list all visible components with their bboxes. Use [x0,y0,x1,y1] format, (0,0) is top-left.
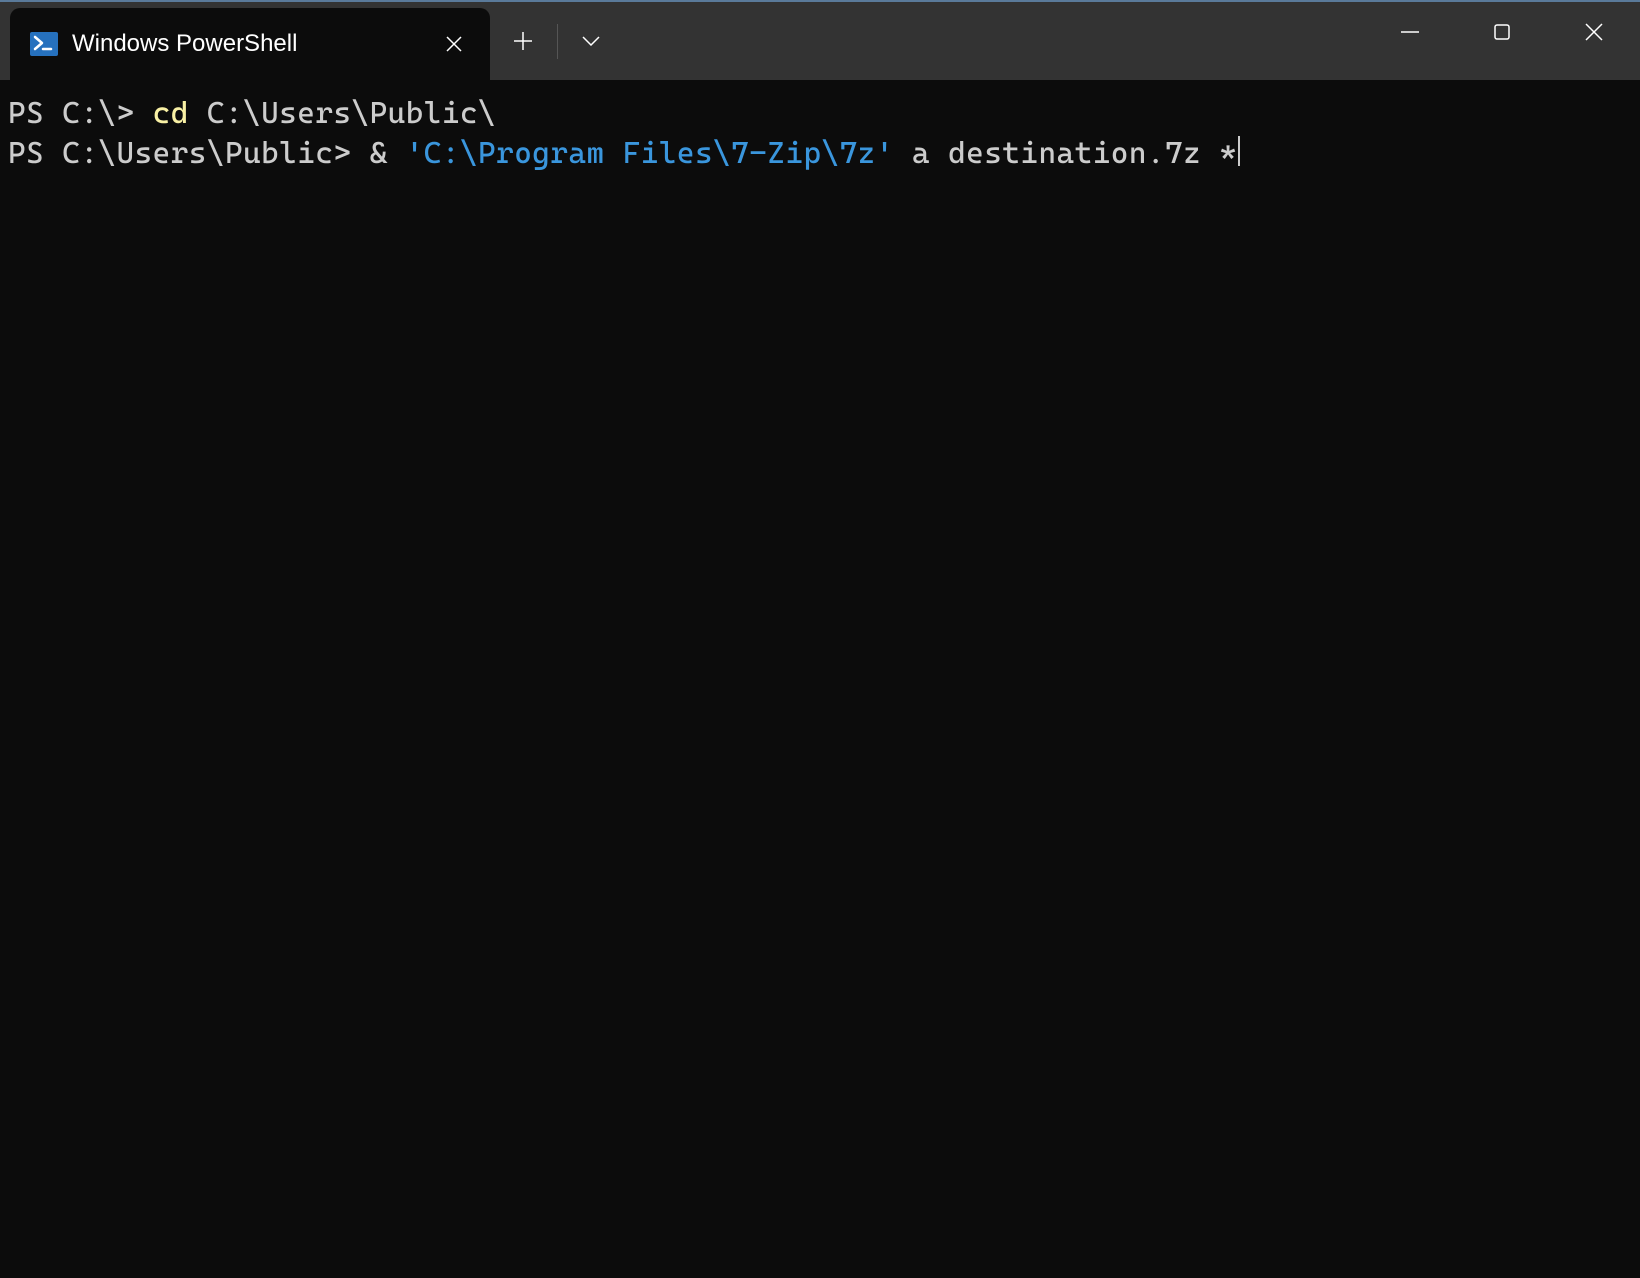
command: cd [153,96,189,131]
tab-title: Windows PowerShell [72,30,422,58]
tab-actions [490,2,616,80]
terminal-line-1: PS C:\> cd C:\Users\Public\ [8,94,1632,134]
powershell-icon [30,30,58,58]
close-icon [446,36,462,52]
terminal-content[interactable]: PS C:\> cd C:\Users\Public\ PS C:\Users\… [0,80,1640,187]
string-literal: 'C:\Program Files\7-Zip\7z' [406,136,894,171]
maximize-icon [1494,24,1510,40]
prompt: PS C:\Users\Public> [8,136,370,171]
minimize-icon [1401,31,1419,33]
maximize-button[interactable] [1456,2,1548,62]
title-bar: Windows PowerShell [0,2,1640,80]
chevron-down-icon [582,36,600,46]
window-controls [1364,2,1640,62]
window-close-button[interactable] [1548,2,1640,62]
tab-powershell[interactable]: Windows PowerShell [10,8,490,80]
close-icon [1585,23,1603,41]
tab-dropdown-button[interactable] [566,16,616,66]
command-args: a destination.7z * [894,136,1237,171]
operator: & [370,136,406,171]
command-args: C:\Users\Public\ [189,96,496,131]
text-cursor [1238,136,1240,166]
tabs-area: Windows PowerShell [0,2,1364,80]
new-tab-button[interactable] [498,16,548,66]
tab-close-button[interactable] [436,26,472,62]
prompt: PS C:\> [8,96,153,131]
minimize-button[interactable] [1364,2,1456,62]
plus-icon [514,32,532,50]
terminal-line-2: PS C:\Users\Public> & 'C:\Program Files\… [8,134,1632,174]
